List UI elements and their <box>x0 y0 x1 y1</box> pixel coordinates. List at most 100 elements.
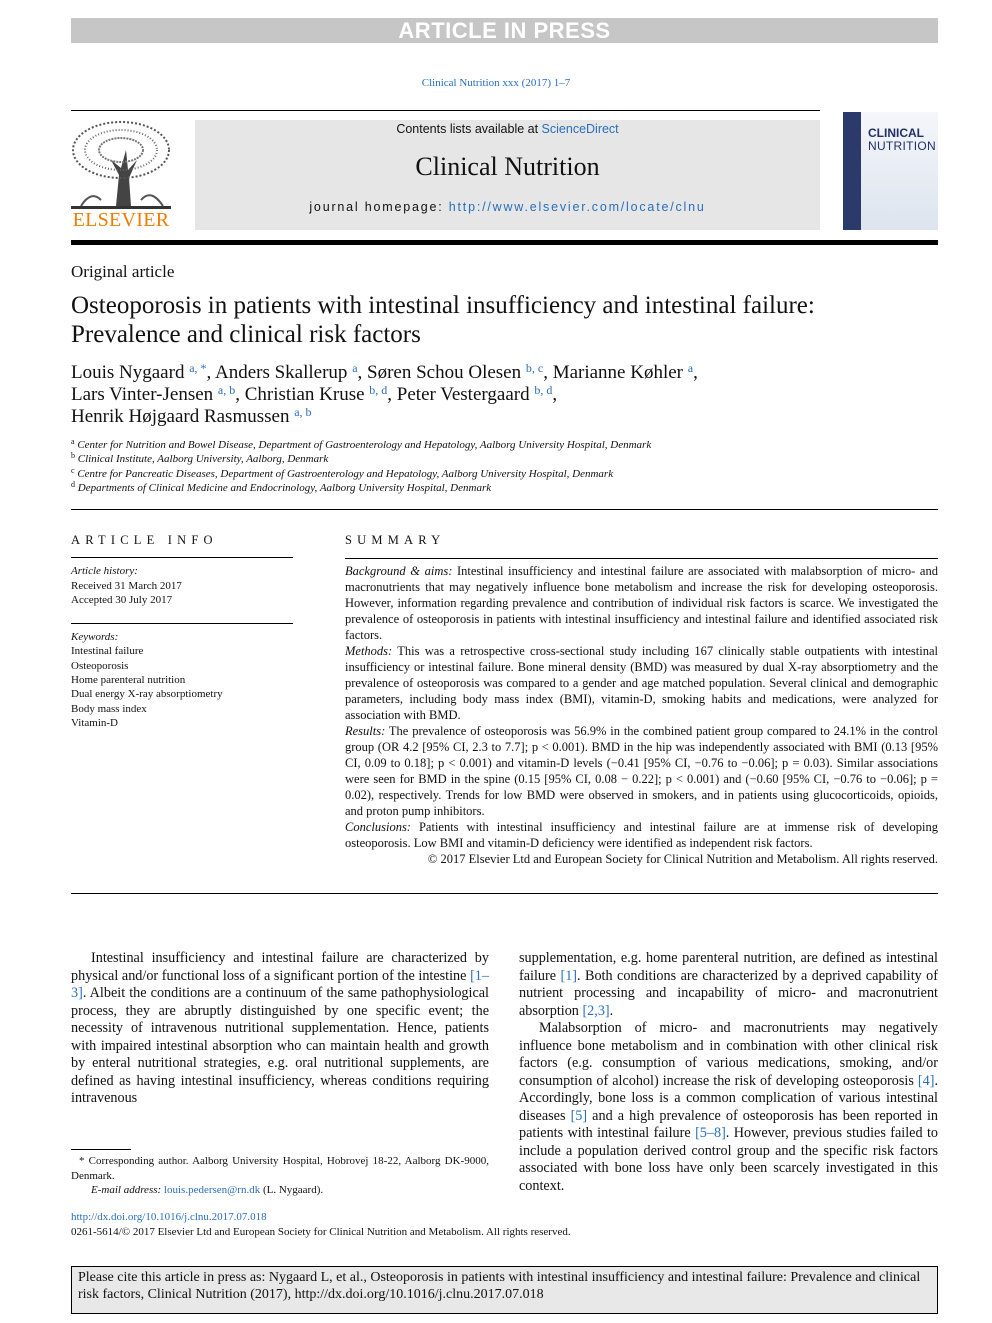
summary-section: Background & aims: Intestinal insufficie… <box>345 563 938 643</box>
affiliation-marker[interactable]: a, b <box>218 383 235 397</box>
footnote-rule <box>71 1149 131 1150</box>
journal-reference-link[interactable]: Clinical Nutrition xxx (2017) 1–7 <box>0 77 992 89</box>
summary-section-text: This was a retrospective cross-sectional… <box>345 644 938 722</box>
reference-link[interactable]: [5–8] <box>695 1125 726 1141</box>
affiliation: b Clinical Institute, Aalborg University… <box>71 452 931 466</box>
summary-section-label: Methods: <box>345 644 393 658</box>
reference-link[interactable]: [1] <box>560 968 577 984</box>
author-name: , Søren Schou Olesen <box>357 362 526 383</box>
summary-section-label: Conclusions: <box>345 820 411 834</box>
affiliation: a Center for Nutrition and Bowel Disease… <box>71 438 931 452</box>
keyword: Osteoporosis <box>71 659 129 672</box>
author-name: , <box>552 384 558 405</box>
body-paragraph: Intestinal insufficiency and intestinal … <box>71 950 489 1108</box>
article-info: ARTICLE INFO Article history: Received 3… <box>71 533 293 730</box>
corresponding-author: * Corresponding author. Aalborg Universi… <box>71 1155 489 1182</box>
affiliation-marker[interactable]: b, c <box>526 361 543 375</box>
affiliation-marker[interactable]: b, d <box>534 383 552 397</box>
affiliation-marker[interactable]: a, b <box>294 405 311 419</box>
citation-box: Please cite this article in press as: Ny… <box>71 1266 938 1314</box>
sciencedirect-link[interactable]: ScienceDirect <box>542 122 619 136</box>
affiliation-key: c <box>71 465 75 475</box>
article-info-heading: ARTICLE INFO <box>71 533 218 547</box>
summary-section: Conclusions: Patients with intestinal in… <box>345 819 938 851</box>
author-line: Lars Vinter-Jensen a, b, Christian Kruse… <box>71 384 931 406</box>
summary: SUMMARY Background & aims: Intestinal in… <box>345 533 938 867</box>
affiliation-key: a <box>71 437 75 446</box>
affiliation: d Departments of Clinical Medicine and E… <box>71 479 931 495</box>
issn-copyright: 0261-5614/© 2017 Elsevier Ltd and Europe… <box>71 1226 571 1238</box>
summary-heading: SUMMARY <box>345 533 446 547</box>
keywords-label: Keywords: <box>71 631 119 644</box>
body-column-right: supplementation, e.g. home parenteral nu… <box>519 950 938 1195</box>
summary-section: Methods: This was a retrospective cross-… <box>345 643 938 723</box>
keyword: Dual energy X-ray absorptiometry <box>71 688 223 701</box>
reference-link[interactable]: [5] <box>571 1108 588 1124</box>
summary-copyright: © 2017 Elsevier Ltd and European Society… <box>427 852 938 866</box>
keyword: Body mass index <box>71 702 147 715</box>
author-line: Henrik Højgaard Rasmussen a, b <box>71 406 931 428</box>
author-list: Louis Nygaard a, *, Anders Skallerup a, … <box>71 362 931 428</box>
author-name: , Peter Vestergaard <box>387 384 535 405</box>
affiliation-text: Departments of Clinical Medicine and End… <box>77 481 492 494</box>
body-text: . Albeit the conditions are a continuum … <box>71 985 489 1106</box>
affiliation-text: Center for Nutrition and Bowel Disease, … <box>77 439 652 451</box>
contents-label: Contents lists available at <box>396 122 542 136</box>
article-title: Osteoporosis in patients with intestinal… <box>71 292 815 348</box>
cover-title: CLINICAL <box>868 126 924 140</box>
divider <box>71 509 938 510</box>
affiliations: a Center for Nutrition and Bowel Disease… <box>71 438 931 495</box>
email-link[interactable]: louis.pedersen@rn.dk <box>164 1184 260 1196</box>
summary-section: Results: The prevalence of osteoporosis … <box>345 723 938 819</box>
author-name: Lars Vinter-Jensen <box>71 384 218 405</box>
article-in-press-banner: ARTICLE IN PRESS <box>71 18 938 43</box>
summary-section-label: Background & aims: <box>345 564 453 578</box>
affiliation-marker[interactable]: b, d <box>369 383 387 397</box>
affiliation-marker[interactable]: a, * <box>189 361 206 375</box>
header-rule <box>71 240 938 245</box>
article-type: Original article <box>71 262 175 281</box>
footnote: * Corresponding author. Aalborg Universi… <box>71 1149 489 1198</box>
body-text: Malabsorption of micro- and macronutrien… <box>519 1020 938 1089</box>
elsevier-logo[interactable]: ELSEVIER <box>71 120 171 232</box>
summary-section-text: The prevalence of osteoporosis was 56.9%… <box>345 724 938 818</box>
keyword: Intestinal failure <box>71 645 144 658</box>
reference-link[interactable]: [2,3] <box>582 1003 609 1019</box>
journal-cover-image[interactable]: CLINICAL NUTRITION <box>843 112 938 230</box>
history-label: Article history: <box>71 565 138 578</box>
homepage-link[interactable]: http://www.elsevier.com/locate/clnu <box>449 200 706 214</box>
elsevier-tree-icon <box>71 121 171 209</box>
keyword: Home parenteral nutrition <box>71 674 186 687</box>
doi-link[interactable]: http://dx.doi.org/10.1016/j.clnu.2017.07… <box>71 1211 267 1223</box>
body-text: . <box>609 1002 614 1019</box>
author-name: , <box>693 362 698 383</box>
journal-name: Clinical Nutrition <box>415 152 600 181</box>
affiliation-text: Clinical Institute, Aalborg University, … <box>77 453 329 466</box>
cover-title: NUTRITION <box>868 139 937 153</box>
divider <box>71 893 938 894</box>
elsevier-wordmark: ELSEVIER <box>72 209 170 231</box>
author-name: Henrik Højgaard Rasmussen <box>71 406 295 427</box>
divider <box>71 110 820 111</box>
affiliation-key: b <box>71 451 75 461</box>
accepted-date: Accepted 30 July 2017 <box>71 593 173 606</box>
body-paragraph: Malabsorption of micro- and macronutrien… <box>519 1020 938 1195</box>
author-name: , Anders Skallerup <box>206 362 353 383</box>
body-text: Intestinal insufficiency and intestinal … <box>71 950 489 984</box>
author-name: , Christian Kruse <box>235 384 370 405</box>
affiliation: c Centre for Pancreatic Diseases, Depart… <box>71 465 931 481</box>
body-column-left: Intestinal insufficiency and intestinal … <box>71 950 489 1108</box>
affiliation-text: Centre for Pancreatic Diseases, Departme… <box>77 467 614 480</box>
body-paragraph: supplementation, e.g. home parenteral nu… <box>519 950 938 1020</box>
author-name: , Marianne Køhler <box>543 362 688 383</box>
journal-header: Contents lists available at ScienceDirec… <box>195 120 820 230</box>
email-suffix: (L. Nygaard). <box>260 1184 324 1196</box>
affiliation-key: d <box>71 479 75 489</box>
keyword: Vitamin-D <box>71 716 118 729</box>
reference-link[interactable]: [4] <box>918 1073 935 1089</box>
author-name: Louis Nygaard <box>71 362 190 383</box>
received-date: Received 31 March 2017 <box>71 579 182 592</box>
author-line: Louis Nygaard a, *, Anders Skallerup a, … <box>71 362 931 384</box>
homepage-label: journal homepage: <box>309 200 449 214</box>
summary-section-text: Patients with intestinal insufficiency a… <box>345 820 938 850</box>
